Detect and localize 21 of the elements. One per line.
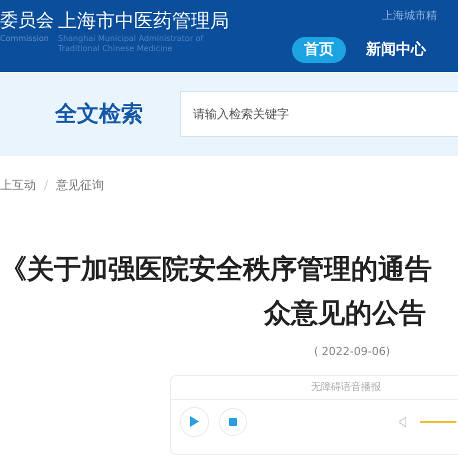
- search-field[interactable]: 请输入检索关键字: [180, 91, 458, 137]
- breadcrumb-link[interactable]: 意见征询: [56, 176, 104, 194]
- nav-tab[interactable]: 首页: [292, 36, 346, 62]
- breadcrumb-link[interactable]: 上互动: [0, 176, 36, 194]
- publish-date: ( 2022-09-06): [313, 344, 392, 360]
- breadcrumb-separator: /: [44, 177, 48, 194]
- org-subtitle: Commission: [0, 34, 50, 44]
- play-icon: [190, 416, 200, 427]
- nav-tab[interactable]: 新闻中心: [356, 36, 436, 62]
- play-button[interactable]: [180, 406, 210, 436]
- org-subtitle: Shanghai Municipal Administrator of Traditional Chinese Medicine: [58, 34, 204, 54]
- org-name: 上海市中医药管理局: [58, 9, 230, 34]
- stop-button[interactable]: [219, 408, 247, 436]
- top-link[interactable]: 上海城市精: [382, 8, 437, 24]
- article-title: 《关于加强医院安全秩序管理的通告: [0, 253, 433, 287]
- article-title: 众意见的公告: [262, 297, 427, 331]
- volume-icon: [398, 416, 406, 428]
- search-title: 全文检索: [55, 100, 144, 128]
- org-name: 委员会: [0, 9, 55, 33]
- audio-label: 无障碍语音播报: [171, 376, 458, 400]
- stop-icon: [228, 418, 237, 426]
